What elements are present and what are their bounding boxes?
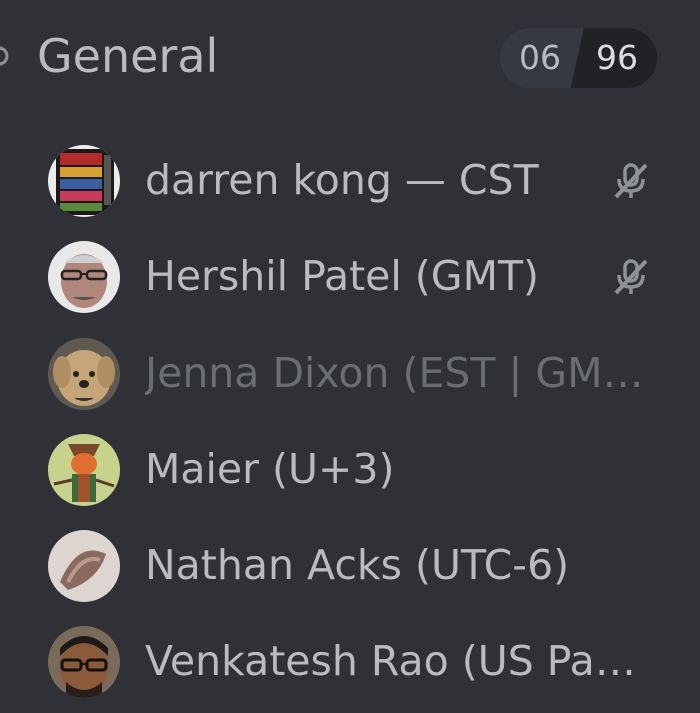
- voice-channel-header[interactable]: General 06 96: [0, 18, 700, 98]
- abstract-object-avatar: [48, 530, 120, 602]
- dog-avatar: [48, 338, 120, 410]
- user-count-limit: 96: [596, 38, 638, 77]
- member-item[interactable]: Nathan Acks (UTC-6): [0, 517, 700, 613]
- member-item[interactable]: Hershil Patel (GMT): [0, 228, 700, 324]
- user-count-current: 06: [519, 38, 561, 77]
- member-item[interactable]: Venkatesh Rao (US Pacific): [0, 613, 700, 709]
- member-item[interactable]: darren kong — CST: [0, 132, 700, 228]
- man-with-glasses-avatar: [48, 626, 120, 698]
- vending-machine-avatar: [48, 145, 120, 217]
- member-item[interactable]: Maier (U+3): [0, 421, 700, 517]
- member-name: Jenna Dixon (EST | GMT-5): [145, 349, 645, 397]
- illustrated-character-avatar: [48, 434, 120, 506]
- member-item[interactable]: Jenna Dixon (EST | GMT-5): [0, 325, 700, 421]
- member-name: Nathan Acks (UTC-6): [145, 541, 570, 589]
- muted-microphone-icon: [614, 163, 648, 199]
- member-name: darren kong — CST: [145, 156, 539, 204]
- man-with-glasses-avatar: [48, 241, 120, 313]
- member-name: Maier (U+3): [145, 445, 395, 493]
- voice-channel-panel: General 06 96 darren kong — CST Hershil …: [0, 0, 700, 713]
- member-name: Venkatesh Rao (US Pacific): [145, 637, 645, 685]
- channel-name: General: [37, 29, 219, 83]
- muted-microphone-icon: [614, 259, 648, 295]
- member-name: Hershil Patel (GMT): [145, 252, 539, 300]
- user-count-pill: 06 96: [500, 28, 657, 88]
- speaker-icon: [0, 46, 9, 66]
